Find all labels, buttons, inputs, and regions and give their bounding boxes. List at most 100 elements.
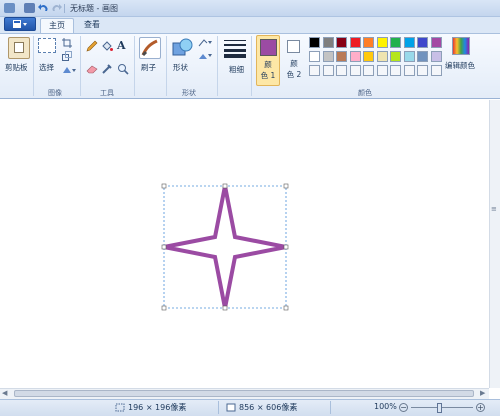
tab-home[interactable]: 主页 xyxy=(40,18,74,33)
palette-swatch[interactable] xyxy=(430,51,442,62)
shapes-icon[interactable] xyxy=(172,37,194,59)
select-button[interactable] xyxy=(38,38,56,53)
ribbon-tab-row xyxy=(0,17,500,33)
selection-size: 196 × 196像素 xyxy=(128,403,187,412)
zoom-in-icon[interactable]: + xyxy=(476,403,485,412)
handle-bl[interactable] xyxy=(161,305,167,311)
scroll-left-icon[interactable]: ◀ xyxy=(2,389,7,397)
paste-button[interactable] xyxy=(8,37,30,59)
color2-label-line1: 颜 xyxy=(290,59,298,68)
palette-swatch[interactable] xyxy=(349,37,361,48)
palette-swatch[interactable] xyxy=(336,37,347,48)
text-tool-icon[interactable]: A xyxy=(117,39,126,52)
custom-color-slot[interactable] xyxy=(390,65,401,76)
outline-icon[interactable] xyxy=(198,38,212,48)
custom-color-slot[interactable] xyxy=(363,65,374,76)
status-divider xyxy=(330,401,331,414)
handle-b[interactable] xyxy=(222,305,228,311)
custom-color-slot[interactable] xyxy=(336,65,347,76)
palette-swatch[interactable] xyxy=(403,37,415,48)
custom-color-slot[interactable] xyxy=(376,65,388,76)
save-icon[interactable] xyxy=(24,3,35,13)
clipboard-icon xyxy=(14,42,24,53)
color1-button[interactable]: 颜 色 1 xyxy=(256,35,280,86)
tools-group-label: 工具 xyxy=(100,89,114,97)
palette-swatch[interactable] xyxy=(309,37,320,48)
brush-icon xyxy=(141,39,158,57)
palette-swatch[interactable] xyxy=(336,51,347,62)
edit-colors-icon[interactable] xyxy=(452,37,470,55)
handle-l[interactable] xyxy=(161,244,167,250)
palette-swatch[interactable] xyxy=(322,37,334,48)
custom-color-slot[interactable] xyxy=(309,65,320,76)
undo-icon[interactable] xyxy=(38,3,49,13)
rotate-icon[interactable] xyxy=(62,65,76,75)
handle-tr[interactable] xyxy=(283,183,289,189)
custom-color-slot[interactable] xyxy=(322,65,334,76)
color2-label-line2: 色 2 xyxy=(286,70,302,79)
eraser-icon[interactable] xyxy=(86,64,98,74)
brushes-button[interactable] xyxy=(139,37,161,59)
handle-r[interactable] xyxy=(283,244,289,250)
color2-button[interactable]: 颜 色 2 xyxy=(282,35,306,86)
selection-size-icon xyxy=(115,403,125,412)
color1-swatch xyxy=(260,39,277,56)
palette-swatch[interactable] xyxy=(322,51,334,62)
image-group-label: 图像 xyxy=(48,89,62,97)
zoom-slider[interactable] xyxy=(411,407,473,408)
group-separator xyxy=(251,36,252,96)
zoom-slider-thumb[interactable] xyxy=(437,403,442,413)
zoom-out-icon[interactable]: − xyxy=(399,403,408,412)
edit-colors-label[interactable]: 编辑颜色 xyxy=(445,60,475,71)
palette-swatch[interactable] xyxy=(430,37,442,48)
custom-color-slot[interactable] xyxy=(349,65,361,76)
palette-swatch[interactable] xyxy=(376,51,388,62)
scroll-right-icon[interactable]: ▶ xyxy=(480,389,485,397)
magnifier-icon[interactable] xyxy=(117,63,129,75)
redo-icon[interactable] xyxy=(51,3,62,13)
palette-swatch[interactable] xyxy=(363,51,374,62)
palette-swatch[interactable] xyxy=(309,51,320,62)
palette-swatch[interactable] xyxy=(417,51,428,62)
fill-shape-icon[interactable] xyxy=(198,51,212,61)
color1-label-line1: 颜 xyxy=(264,60,272,69)
palette-swatch[interactable] xyxy=(390,37,401,48)
file-menu-button[interactable] xyxy=(4,17,36,31)
custom-color-slot[interactable] xyxy=(430,65,442,76)
group-separator xyxy=(217,36,218,96)
vertical-scrollbar[interactable] xyxy=(489,100,500,388)
crop-icon[interactable] xyxy=(62,38,72,48)
file-menu-icon xyxy=(13,20,27,28)
handle-tl[interactable] xyxy=(161,183,167,189)
selection-box xyxy=(163,185,287,309)
app-icon xyxy=(4,3,15,13)
star-drawing[interactable] xyxy=(160,182,290,312)
color-palette xyxy=(309,37,449,79)
color-picker-icon[interactable] xyxy=(101,63,113,75)
scroll-grip-icon: ≡ xyxy=(491,205,497,213)
size-label: 粗细 xyxy=(229,65,244,74)
handle-br[interactable] xyxy=(283,305,289,311)
palette-swatch[interactable] xyxy=(417,37,428,48)
size-button[interactable] xyxy=(224,39,246,58)
palette-swatch[interactable] xyxy=(403,51,415,62)
size-line-thin-icon xyxy=(224,40,246,41)
group-separator xyxy=(134,36,135,96)
palette-swatch[interactable] xyxy=(349,51,361,62)
resize-icon[interactable] xyxy=(62,51,72,61)
custom-color-slot[interactable] xyxy=(403,65,415,76)
pencil-icon[interactable] xyxy=(86,40,98,52)
palette-swatch[interactable] xyxy=(363,37,374,48)
palette-swatch[interactable] xyxy=(390,51,401,62)
horizontal-scroll-thumb[interactable] xyxy=(14,390,474,397)
tab-view[interactable]: 查看 xyxy=(76,18,108,33)
paste-label: 剪贴板 xyxy=(5,63,28,72)
handle-t[interactable] xyxy=(222,183,228,189)
palette-swatch[interactable] xyxy=(376,37,388,48)
canvas-size-icon xyxy=(226,403,236,412)
custom-color-slot[interactable] xyxy=(417,65,428,76)
fill-icon[interactable] xyxy=(101,40,113,52)
title-divider xyxy=(64,4,65,13)
group-separator xyxy=(80,36,81,96)
shapes-group-label: 形状 xyxy=(182,89,196,97)
